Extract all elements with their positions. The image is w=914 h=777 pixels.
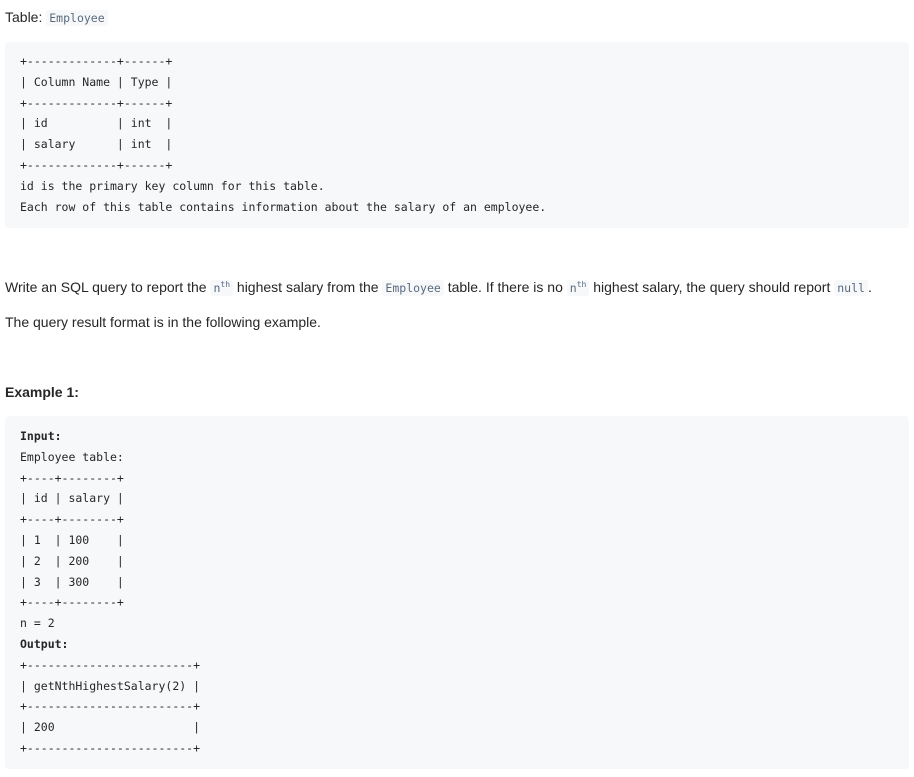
input-line: | 2 | 200 | bbox=[20, 553, 124, 568]
table-label: Table: Employee bbox=[5, 7, 108, 28]
input-line: +----+--------+ bbox=[20, 512, 124, 527]
nth-superscript: th bbox=[576, 280, 587, 290]
output-label: Output: bbox=[20, 636, 69, 651]
schema-code-block: +-------------+------+ | Column Name | T… bbox=[5, 42, 909, 228]
input-line: | 1 | 100 | bbox=[20, 532, 124, 547]
null-code: null bbox=[834, 280, 868, 296]
schema-line: +-------------+------+ bbox=[20, 95, 173, 110]
input-label: Input: bbox=[20, 429, 62, 443]
input-line: Employee table: bbox=[20, 449, 124, 464]
description-text: highest salary, the query should report bbox=[589, 279, 835, 295]
input-line: | 3 | 300 | bbox=[20, 574, 124, 589]
example-lines: Input: Employee table: +----+--------+ |… bbox=[20, 426, 909, 759]
table-label-prefix: Table: bbox=[5, 9, 47, 25]
description-text: table. If there is no bbox=[443, 279, 567, 295]
schema-line: | Column Name | Type | bbox=[20, 74, 173, 89]
employee-table-code: Employee bbox=[382, 280, 444, 296]
input-line: | id | salary | bbox=[20, 491, 124, 506]
n-var: n bbox=[569, 281, 577, 295]
description-text: Write an SQL query to report the bbox=[5, 279, 211, 295]
table-name-code: Employee bbox=[46, 10, 108, 26]
input-line: +----+--------+ bbox=[20, 595, 124, 610]
example-heading: Example 1: bbox=[5, 384, 79, 400]
nth-superscript: th bbox=[220, 280, 231, 290]
schema-line: | id | int | bbox=[20, 116, 173, 131]
output-line: +------------------------+ bbox=[20, 740, 201, 755]
n-code: nth bbox=[566, 280, 590, 296]
schema-lines: +-------------+------+ | Column Name | T… bbox=[20, 51, 909, 217]
description-text: . bbox=[867, 279, 872, 295]
schema-line: +-------------+------+ bbox=[20, 157, 173, 172]
input-line: n = 2 bbox=[20, 616, 55, 631]
description-text: highest salary from the bbox=[233, 279, 383, 295]
output-line: | 200 | bbox=[20, 720, 201, 735]
output-line: +------------------------+ bbox=[20, 699, 201, 714]
schema-line: +-------------+------+ bbox=[20, 54, 173, 68]
result-format-paragraph: The query result format is in the follow… bbox=[5, 314, 321, 330]
example-code-block: Input: Employee table: +----+--------+ |… bbox=[5, 416, 909, 769]
n-code: nth bbox=[210, 280, 234, 296]
output-line: +------------------------+ bbox=[20, 657, 201, 672]
schema-line: id is the primary key column for this ta… bbox=[20, 178, 325, 193]
schema-line: | salary | int | bbox=[20, 137, 173, 152]
description-paragraph: Write an SQL query to report the nth hig… bbox=[5, 277, 872, 298]
input-line: +----+--------+ bbox=[20, 470, 124, 485]
schema-line: Each row of this table contains informat… bbox=[20, 199, 547, 214]
output-line: | getNthHighestSalary(2) | bbox=[20, 678, 201, 693]
